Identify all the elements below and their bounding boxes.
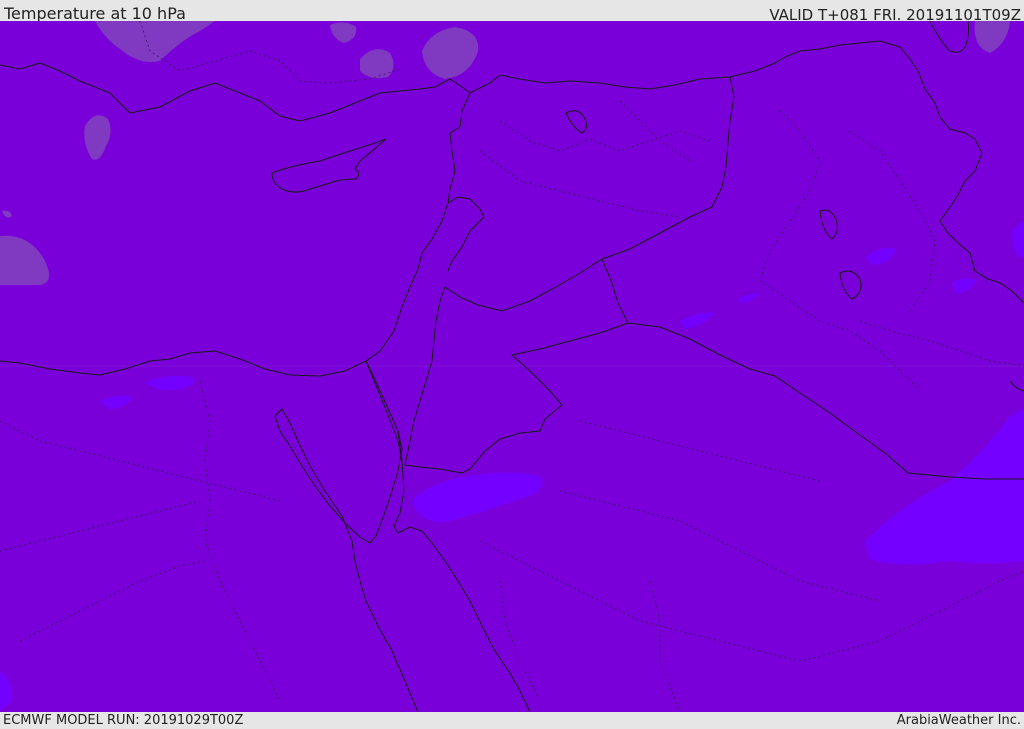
credit-label: ArabiaWeather Inc. <box>896 713 1021 728</box>
footer-bar: ECMWF MODEL RUN: 20191029T00Z ArabiaWeat… <box>0 712 1024 729</box>
map-canvas <box>0 21 1024 712</box>
weather-map[interactable] <box>0 21 1024 712</box>
temperature-field <box>0 21 1024 712</box>
header-bar: Temperature at 10 hPa VALID T+081 FRI. 2… <box>0 0 1024 24</box>
model-run-label: ECMWF MODEL RUN: 20191029T00Z <box>3 713 244 728</box>
